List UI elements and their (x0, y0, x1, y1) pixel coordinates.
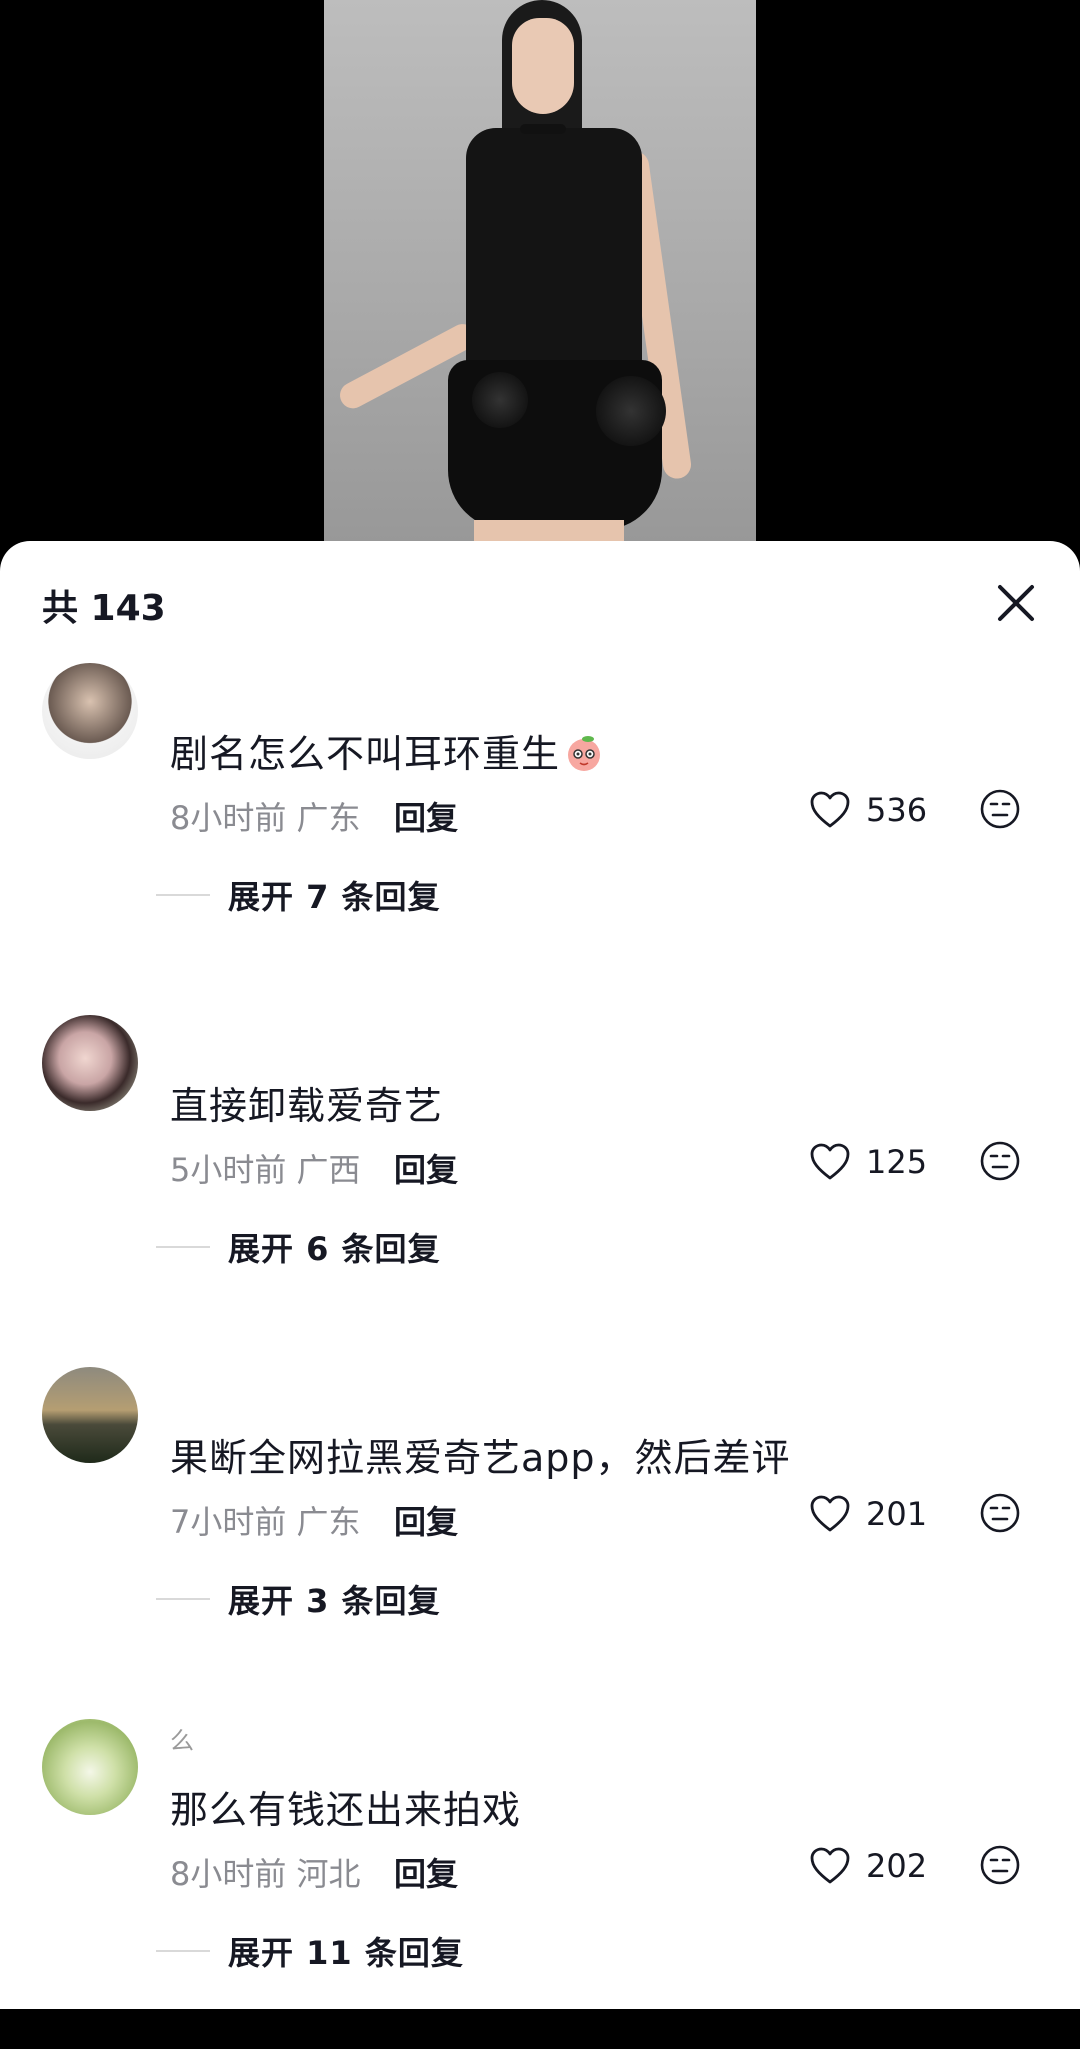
expand-replies-button[interactable]: 展开 3 条回复 (156, 1577, 441, 1621)
meh-face-icon[interactable] (978, 1843, 1022, 1887)
reply-button[interactable]: 回复 (394, 1849, 458, 1895)
comment-item: 直接卸载爱奇艺 5小时前 广西 回复 125 展开 6 条回复 (0, 1015, 1080, 1345)
comment-text-content: 剧名怎么不叫耳环重生 (170, 732, 561, 776)
comment-location: 广东 (296, 1503, 361, 1541)
reply-button[interactable]: 回复 (394, 1497, 458, 1543)
meh-face-icon[interactable] (978, 787, 1022, 831)
expand-replies-label[interactable]: 展开 11 条回复 (228, 1928, 464, 1974)
comment-time: 8小时前 (170, 1855, 287, 1893)
video-figure-rose (596, 376, 666, 446)
comment-text: 果断全网拉黑爱奇艺app，然后差评 (170, 1436, 791, 1480)
heart-outline-icon[interactable] (808, 788, 852, 832)
comment-text: 剧名怎么不叫耳环重生 (170, 723, 604, 778)
like-button[interactable]: 201 (808, 1491, 927, 1537)
comment-text: 那么有钱还出来拍戏 (170, 1788, 522, 1832)
like-button[interactable]: 125 (808, 1139, 927, 1185)
avatar[interactable] (42, 1719, 138, 1815)
avatar[interactable] (42, 663, 138, 759)
expand-divider (156, 1950, 210, 1952)
peach-emoji-icon (568, 736, 601, 771)
expand-replies-label[interactable]: 展开 6 条回复 (228, 1224, 441, 1270)
comment-time: 5小时前 (170, 1151, 287, 1189)
meh-face-icon[interactable] (978, 1139, 1022, 1183)
comment-item: 么 那么有钱还出来拍戏 8小时前 河北 回复 202 展开 11 条回复 (0, 1719, 1080, 2049)
comment-sheet-header: 共 143 (0, 541, 1080, 651)
heart-outline-icon[interactable] (808, 1140, 852, 1184)
comment-time: 8小时前 (170, 799, 287, 837)
close-icon[interactable] (992, 579, 1040, 627)
meh-face-icon[interactable] (978, 1491, 1022, 1535)
video-figure-vest (466, 128, 642, 378)
avatar[interactable] (42, 1367, 138, 1463)
expand-divider (156, 1246, 210, 1248)
comment-sheet: 共 143 剧名怎么不叫耳环重生 8小时前 广东 回复 536 展开 7 条回复… (0, 541, 1080, 2009)
like-button[interactable]: 536 (808, 787, 927, 833)
like-count: 125 (866, 1143, 928, 1181)
video-player[interactable] (0, 0, 1080, 560)
comment-item: 剧名怎么不叫耳环重生 8小时前 广东 回复 536 展开 7 条回复 (0, 663, 1080, 993)
expand-divider (156, 1598, 210, 1600)
video-figure-rose (472, 372, 528, 428)
expand-replies-button[interactable]: 展开 6 条回复 (156, 1225, 441, 1269)
expand-replies-button[interactable]: 展开 11 条回复 (156, 1929, 464, 1973)
heart-outline-icon[interactable] (808, 1844, 852, 1888)
comment-meta: 8小时前 广东 (170, 793, 361, 839)
comment-text: 直接卸载爱奇艺 (170, 1084, 444, 1128)
comment-meta: 7小时前 广东 (170, 1497, 361, 1543)
comment-location: 河北 (296, 1855, 361, 1893)
comment-location: 广东 (296, 799, 361, 837)
like-button[interactable]: 202 (808, 1843, 927, 1889)
reply-button[interactable]: 回复 (394, 1145, 458, 1191)
reply-button[interactable]: 回复 (394, 793, 458, 839)
video-figure-face (512, 18, 574, 114)
video-frame[interactable] (324, 0, 756, 560)
expand-divider (156, 894, 210, 896)
comment-item: 果断全网拉黑爱奇艺app，然后差评 7小时前 广东 回复 201 展开 3 条回… (0, 1367, 1080, 1697)
video-figure-choker (520, 124, 566, 134)
comment-count: 共 143 (42, 588, 166, 629)
like-count: 202 (866, 1847, 928, 1885)
comment-username[interactable]: 么 (170, 1721, 194, 1756)
expand-replies-button[interactable]: 展开 7 条回复 (156, 873, 441, 917)
comment-location: 广西 (296, 1151, 361, 1189)
comment-meta: 8小时前 河北 (170, 1849, 361, 1895)
heart-outline-icon[interactable] (808, 1492, 852, 1536)
expand-replies-label[interactable]: 展开 7 条回复 (228, 872, 441, 918)
like-count: 201 (866, 1495, 928, 1533)
like-count: 536 (866, 791, 928, 829)
avatar[interactable] (42, 1015, 138, 1111)
expand-replies-label[interactable]: 展开 3 条回复 (228, 1576, 441, 1622)
comment-meta: 5小时前 广西 (170, 1145, 361, 1191)
comment-time: 7小时前 (170, 1503, 287, 1541)
